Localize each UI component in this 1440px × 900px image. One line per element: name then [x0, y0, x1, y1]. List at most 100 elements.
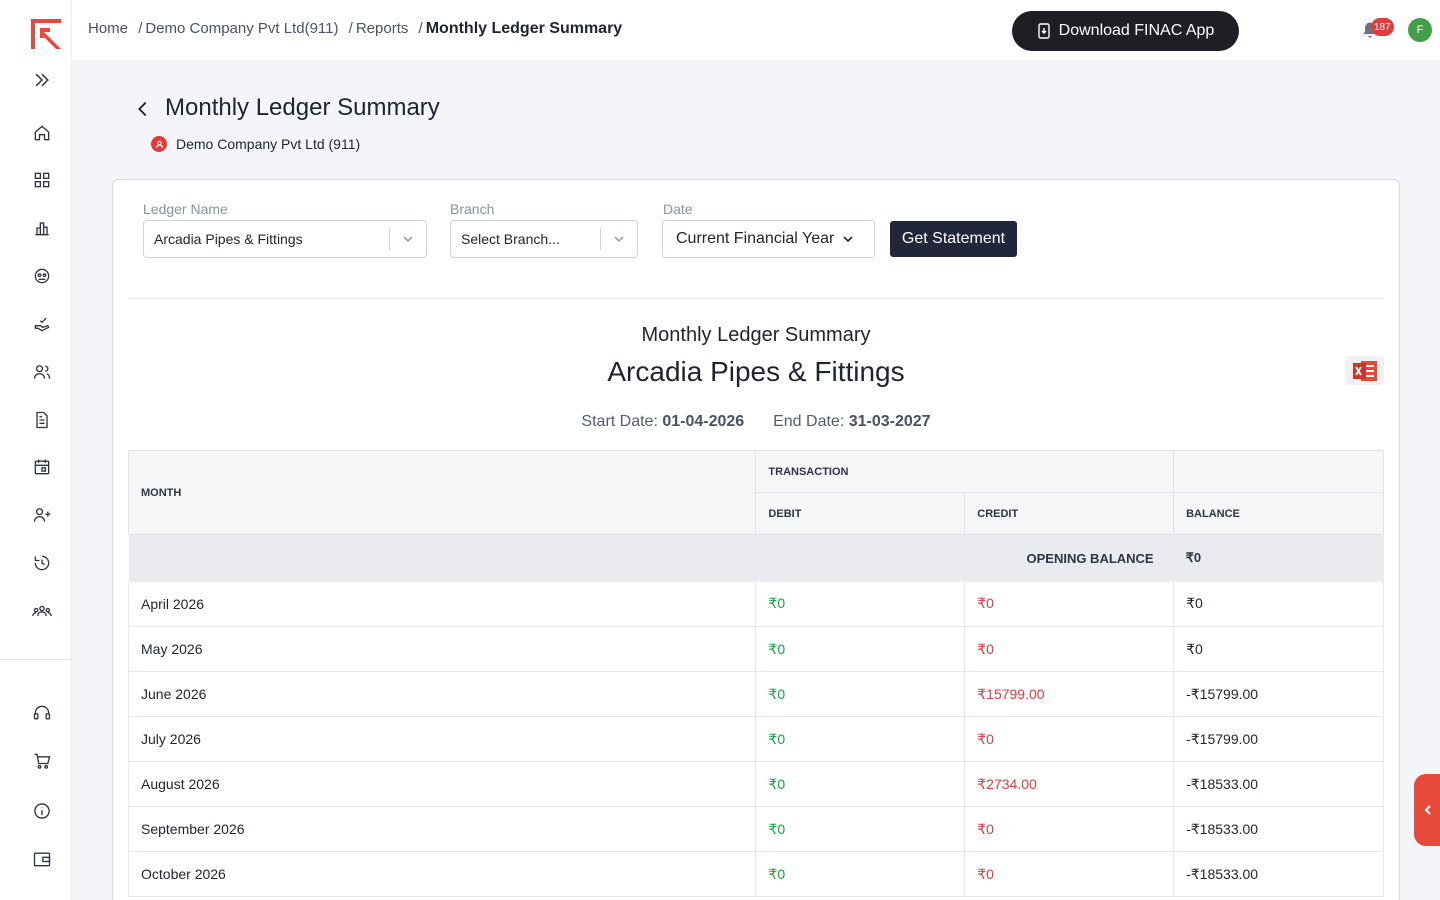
credit-cell: ₹0 [964, 851, 1174, 897]
excel-export-icon[interactable] [1345, 356, 1384, 385]
debit-cell: ₹0 [755, 806, 965, 852]
table-row: April 2026 ₹0 ₹0 ₹0 [127, 581, 1384, 627]
debit-cell: ₹0 [755, 761, 965, 807]
credit-cell: ₹0 [964, 581, 1174, 627]
get-statement-button[interactable]: Get Statement [890, 221, 1017, 257]
breadcrumb-home[interactable]: Home [88, 20, 128, 37]
breadcrumb-reports[interactable]: Reports [356, 20, 409, 37]
month-cell: May 2026 [127, 626, 756, 672]
opening-balance-label: OPENING BALANCE [128, 534, 1174, 582]
chevron-down-icon [601, 232, 637, 246]
date-select-value: Current Financial Year [676, 230, 835, 247]
topbar: Home / Demo Company Pvt Ltd(911) / Reports… [72, 0, 1440, 60]
date-label: Date [663, 201, 693, 217]
breadcrumb-company[interactable]: Demo Company Pvt Ltd(911) [145, 20, 338, 37]
ledger-select[interactable]: Arcadia Pipes & Fittings [143, 220, 427, 258]
end-date-value: 31-03-2027 [848, 413, 931, 430]
report-subtitle: Monthly Ledger Summary [641, 324, 871, 346]
team-icon[interactable] [28, 597, 56, 625]
ledger-summary-table: MONTH TRANSACTION DEBIT CREDIT BALANCE O… [127, 450, 1384, 897]
report-ledger-title: Arcadia Pipes & Fittings [607, 356, 905, 387]
table-row: October 2026 ₹0 ₹0 -₹18533.00 [127, 851, 1384, 897]
date-select[interactable]: Current Financial Year [662, 220, 875, 258]
debit-cell: ₹0 [755, 626, 965, 672]
notification-count-badge: 187 [1371, 18, 1394, 36]
end-date-label: End Date: [773, 413, 845, 430]
month-cell: July 2026 [127, 716, 756, 762]
month-cell: June 2026 [127, 671, 756, 717]
month-header: MONTH [127, 450, 757, 535]
side-panel-toggle[interactable] [1414, 774, 1440, 846]
breadcrumb-current: Monthly Ledger Summary [425, 20, 623, 37]
wallet-icon[interactable] [28, 262, 56, 290]
debit-header: DEBIT [755, 492, 966, 535]
branch-label: Branch [450, 201, 495, 217]
chevron-down-icon [390, 232, 426, 246]
balance-cell: -₹15799.00 [1173, 716, 1384, 762]
expand-icon[interactable] [28, 66, 56, 94]
balance-cell: -₹18533.00 [1173, 761, 1384, 807]
cart-icon[interactable] [28, 747, 56, 775]
month-cell: August 2026 [127, 761, 756, 807]
support-icon[interactable] [28, 699, 56, 727]
download-app-label: Download FINAC App [1058, 22, 1215, 39]
credit-cell: ₹0 [964, 806, 1174, 852]
table-row: August 2026 ₹0 ₹2734.00 -₹18533.00 [127, 761, 1384, 807]
debit-cell: ₹0 [755, 851, 965, 897]
company-indicator: Demo Company Pvt Ltd (911) [151, 136, 360, 152]
sidebar-divider [0, 659, 72, 660]
ledger-select-value: Arcadia Pipes & Fittings [154, 231, 303, 247]
calendar-icon[interactable] [28, 453, 56, 481]
credit-header: CREDIT [964, 492, 1175, 535]
balance-cell: -₹18533.00 [1173, 851, 1384, 897]
divider [128, 298, 1384, 299]
table-row: July 2026 ₹0 ₹0 -₹15799.00 [127, 716, 1384, 762]
balance-cell: ₹0 [1173, 626, 1384, 672]
document-icon[interactable] [28, 406, 56, 434]
user-add-icon[interactable] [28, 501, 56, 529]
ledger-name-label: Ledger Name [143, 201, 228, 217]
balance-cell: -₹15799.00 [1173, 671, 1384, 717]
history-settings-icon[interactable] [28, 549, 56, 577]
month-cell: September 2026 [127, 806, 756, 852]
month-cell: April 2026 [127, 581, 756, 627]
chevron-down-icon [843, 236, 853, 243]
chevron-left-icon [1424, 805, 1431, 815]
branch-select-placeholder: Select Branch... [461, 231, 560, 247]
credit-cell: ₹15799.00 [964, 671, 1174, 717]
credit-cell: ₹2734.00 [964, 761, 1174, 807]
credit-cell: ₹0 [964, 626, 1174, 672]
hand-check-icon[interactable] [28, 310, 56, 338]
table-row: June 2026 ₹0 ₹15799.00 -₹15799.00 [127, 671, 1384, 717]
opening-balance-row: OPENING BALANCE ₹0 [128, 534, 1384, 582]
breadcrumb: Home / Demo Company Pvt Ltd(911) / Reports… [88, 20, 623, 37]
empty-header [1173, 450, 1384, 493]
balance-header: BALANCE [1173, 492, 1384, 535]
opening-balance-value: ₹0 [1173, 534, 1384, 582]
download-app-button[interactable]: Download FINAC App [1012, 11, 1239, 51]
company-name: Demo Company Pvt Ltd (911) [176, 136, 361, 152]
phone-download-icon [1037, 23, 1050, 39]
month-cell: October 2026 [127, 851, 756, 897]
sidebar [0, 0, 72, 900]
user-avatar[interactable]: F [1408, 18, 1432, 42]
back-arrow-icon[interactable] [132, 98, 154, 120]
balance-cell: -₹18533.00 [1173, 806, 1384, 852]
start-date-label: Start Date: [581, 413, 658, 430]
debit-cell: ₹0 [755, 716, 965, 762]
page-title: Monthly Ledger Summary [165, 94, 440, 121]
users-icon[interactable] [28, 358, 56, 386]
debit-cell: ₹0 [755, 581, 965, 627]
grid-icon[interactable] [28, 166, 56, 194]
card-wallet-icon[interactable] [28, 845, 56, 873]
debit-cell: ₹0 [755, 671, 965, 717]
branch-select[interactable]: Select Branch... [450, 220, 638, 258]
chart-icon[interactable] [28, 214, 56, 242]
report-date-range: Start Date: 01-04-2026 End Date: 31-03-2… [128, 413, 1384, 431]
credit-cell: ₹0 [964, 716, 1174, 762]
balance-cell: ₹0 [1173, 581, 1384, 627]
finac-logo[interactable] [28, 16, 64, 52]
start-date-value: 01-04-2026 [662, 413, 745, 430]
home-icon[interactable] [28, 119, 56, 147]
info-icon[interactable] [28, 797, 56, 825]
